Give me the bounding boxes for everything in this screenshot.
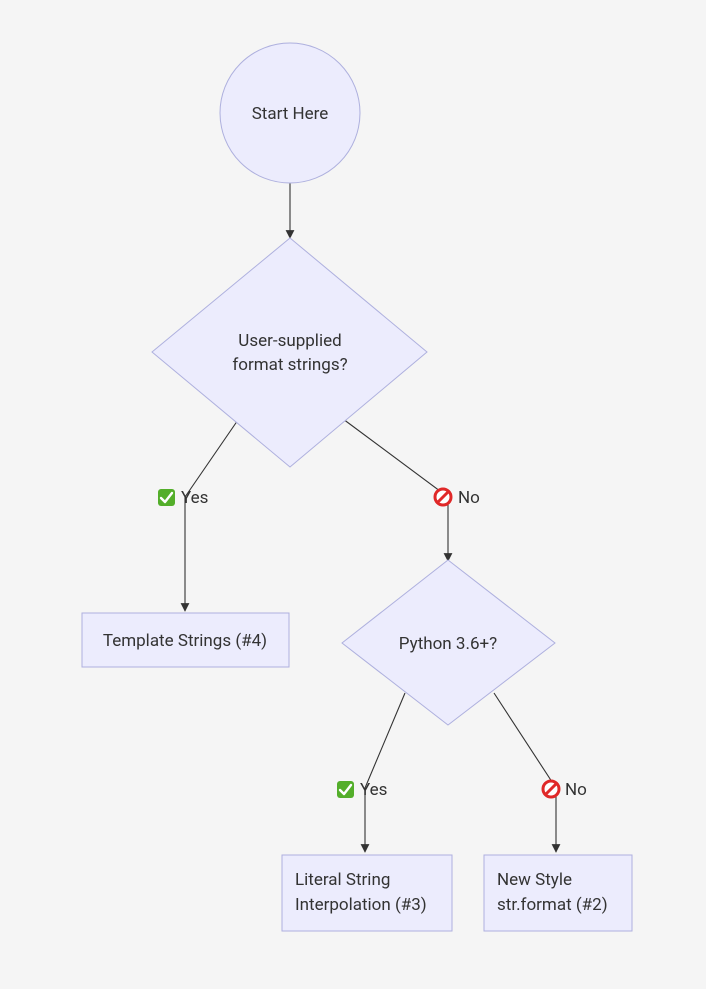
node-q1-user-supplied: User-supplied format strings? xyxy=(152,238,427,467)
edge-label-yes-2: Yes xyxy=(360,780,387,800)
edge-q1-q2 xyxy=(339,416,448,561)
edge-q2-r3 xyxy=(494,693,556,852)
svg-text:Start Here: Start Here xyxy=(252,104,329,124)
svg-text:Literal String: Literal String xyxy=(295,870,390,890)
node-r2-literal-string: Literal String Interpolation (#3) xyxy=(282,855,452,931)
svg-text:format strings?: format strings? xyxy=(232,355,347,375)
svg-text:Interpolation (#3): Interpolation (#3) xyxy=(295,895,427,915)
edge-label-yes-1: Yes xyxy=(181,488,208,508)
yes-icon xyxy=(337,781,354,798)
yes-icon xyxy=(158,489,175,506)
edge-label-no-1: No xyxy=(458,488,480,508)
no-icon xyxy=(543,781,559,797)
node-q2-python36: Python 3.6+? xyxy=(342,560,555,725)
node-r1-template-strings: Template Strings (#4) xyxy=(82,613,289,667)
node-start: Start Here xyxy=(220,43,360,183)
node-r3-new-style: New Style str.format (#2) xyxy=(484,855,632,931)
no-icon xyxy=(435,489,451,505)
svg-text:Template Strings (#4): Template Strings (#4) xyxy=(103,631,267,651)
svg-text:New Style: New Style xyxy=(497,870,572,890)
edge-q1-r1 xyxy=(185,417,240,611)
flowchart: Yes No Yes No Start Here User-supplied f… xyxy=(0,0,706,989)
svg-text:Python 3.6+?: Python 3.6+? xyxy=(399,634,497,654)
svg-text:User-supplied: User-supplied xyxy=(238,331,341,351)
edge-q2-r2 xyxy=(365,693,405,852)
svg-text:str.format (#2): str.format (#2) xyxy=(497,895,608,915)
edge-label-no-2: No xyxy=(565,780,587,800)
